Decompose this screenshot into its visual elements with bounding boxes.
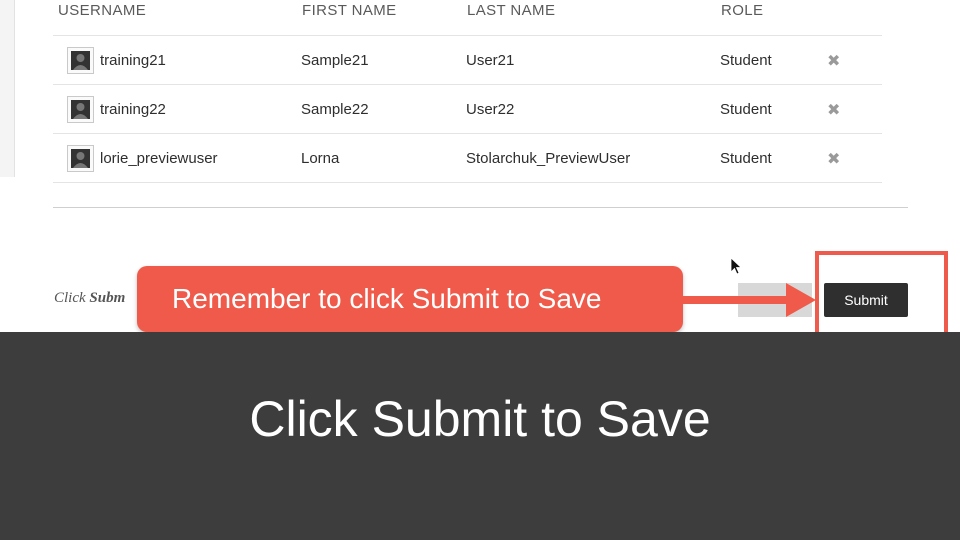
table-row: training21 Sample21 User21 Student ✖ [53,35,882,84]
avatar [67,47,94,74]
reminder-callout-text: Remember to click Submit to Save [172,283,602,314]
column-header-username[interactable]: USERNAME [58,2,146,19]
last-name-cell: User22 [466,101,515,118]
arrow-right-icon [682,283,816,317]
column-header-last-name[interactable]: LAST NAME [467,2,555,19]
table-row: training22 Sample22 User22 Student ✖ [53,84,882,133]
caption-title: Click Submit to Save [249,391,711,447]
caption-overlay: Click Submit to Save [0,332,960,540]
remove-user-icon[interactable]: ✖ [827,51,840,71]
first-name-cell: Sample21 [301,52,369,69]
section-divider [53,207,908,208]
first-name-cell: Lorna [301,150,340,167]
mouse-cursor-icon [730,257,742,275]
remove-user-icon[interactable]: ✖ [827,100,840,120]
column-header-first-name[interactable]: FIRST NAME [302,2,397,19]
table-row: lorie_previewuser Lorna Stolarchuk_Previ… [53,133,882,183]
last-name-cell: User21 [466,52,515,69]
submit-hint-prefix: Click [54,290,86,306]
role-cell: Student [720,150,772,167]
user-silhouette-icon [71,100,90,119]
user-silhouette-icon [71,51,90,70]
submit-hint-bold: Subm [89,290,126,306]
first-name-cell: Sample22 [301,101,369,118]
screenshot-stage: USERNAME FIRST NAME LAST NAME ROLE train… [0,0,960,540]
username-cell: lorie_previewuser [100,150,218,167]
reminder-callout: Remember to click Submit to Save [137,266,683,332]
left-panel-edge [0,0,15,177]
remove-user-icon[interactable]: ✖ [827,149,840,169]
submit-button[interactable]: Submit [824,283,908,317]
submit-hint-text: Click Subm [54,290,125,307]
avatar [67,96,94,123]
user-silhouette-icon [71,149,90,168]
role-cell: Student [720,52,772,69]
column-header-role[interactable]: ROLE [721,2,763,19]
avatar [67,145,94,172]
username-cell: training22 [100,101,166,118]
role-cell: Student [720,101,772,118]
last-name-cell: Stolarchuk_PreviewUser [466,150,631,167]
username-cell: training21 [100,52,166,69]
